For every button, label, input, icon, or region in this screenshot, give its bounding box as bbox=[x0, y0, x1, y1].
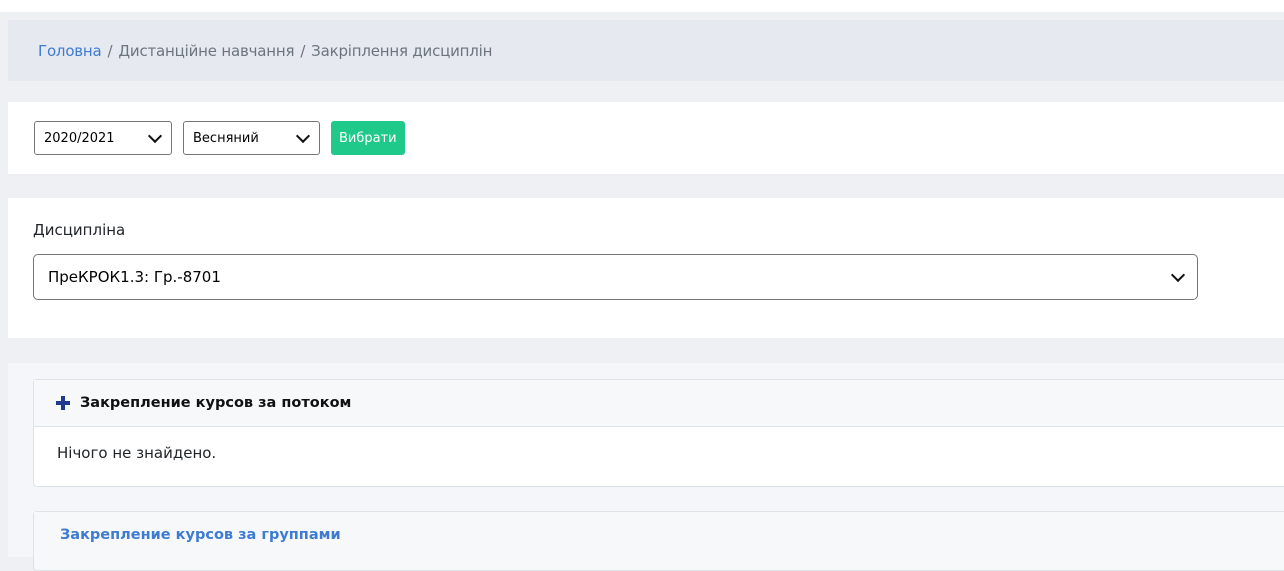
stream-panel-body: Нічого не знайдено. bbox=[34, 427, 1284, 462]
year-select[interactable]: 2020/2021 bbox=[34, 121, 172, 155]
breadcrumb-separator: / bbox=[107, 41, 113, 60]
stream-panel-header[interactable]: Закрепление курсов за потоком bbox=[34, 380, 1284, 427]
discipline-select[interactable]: ПреКРОК1.3: Гр.-8701 bbox=[33, 254, 1198, 300]
semester-select[interactable]: Весняний bbox=[183, 121, 320, 155]
discipline-card: Дисципліна ПреКРОК1.3: Гр.-8701 bbox=[8, 198, 1284, 338]
breadcrumb-separator: / bbox=[300, 41, 306, 60]
discipline-select-value: ПреКРОК1.3: Гр.-8701 bbox=[48, 268, 221, 286]
plus-icon[interactable] bbox=[56, 396, 70, 410]
year-select-value: 2020/2021 bbox=[44, 130, 115, 146]
chevron-down-icon bbox=[1170, 267, 1186, 282]
breadcrumb-distance-learning: Дистанційне навчання bbox=[118, 41, 295, 60]
discipline-label: Дисципліна bbox=[33, 221, 126, 239]
breadcrumb-home-link[interactable]: Головна bbox=[38, 42, 102, 60]
chevron-down-icon bbox=[147, 128, 163, 143]
chevron-down-icon bbox=[295, 128, 311, 143]
semester-select-value: Весняний bbox=[193, 130, 259, 146]
stream-panel-title: Закрепление курсов за потоком bbox=[80, 395, 352, 411]
group-courses-panel: Закрепление курсов за группами bbox=[33, 511, 1284, 571]
top-strip bbox=[0, 0, 1284, 12]
stream-courses-panel: Закрепление курсов за потоком Нічого не … bbox=[33, 379, 1284, 487]
breadcrumb-current: Закріплення дисциплін bbox=[311, 41, 493, 60]
select-button[interactable]: Вибрати bbox=[331, 121, 405, 155]
breadcrumb: Головна / Дистанційне навчання / Закріплення… bbox=[8, 20, 1284, 81]
groups-panel-title[interactable]: Закрепление курсов за группами bbox=[60, 527, 341, 543]
empty-result-text: Нічого не знайдено. bbox=[57, 444, 217, 462]
filter-card: 2020/2021 Весняний Вибрати bbox=[8, 102, 1284, 174]
breadcrumb-items: Головна / Дистанційне навчання / Закріплення… bbox=[8, 42, 492, 60]
groups-panel-header[interactable]: Закрепление курсов за группами bbox=[34, 512, 1284, 558]
